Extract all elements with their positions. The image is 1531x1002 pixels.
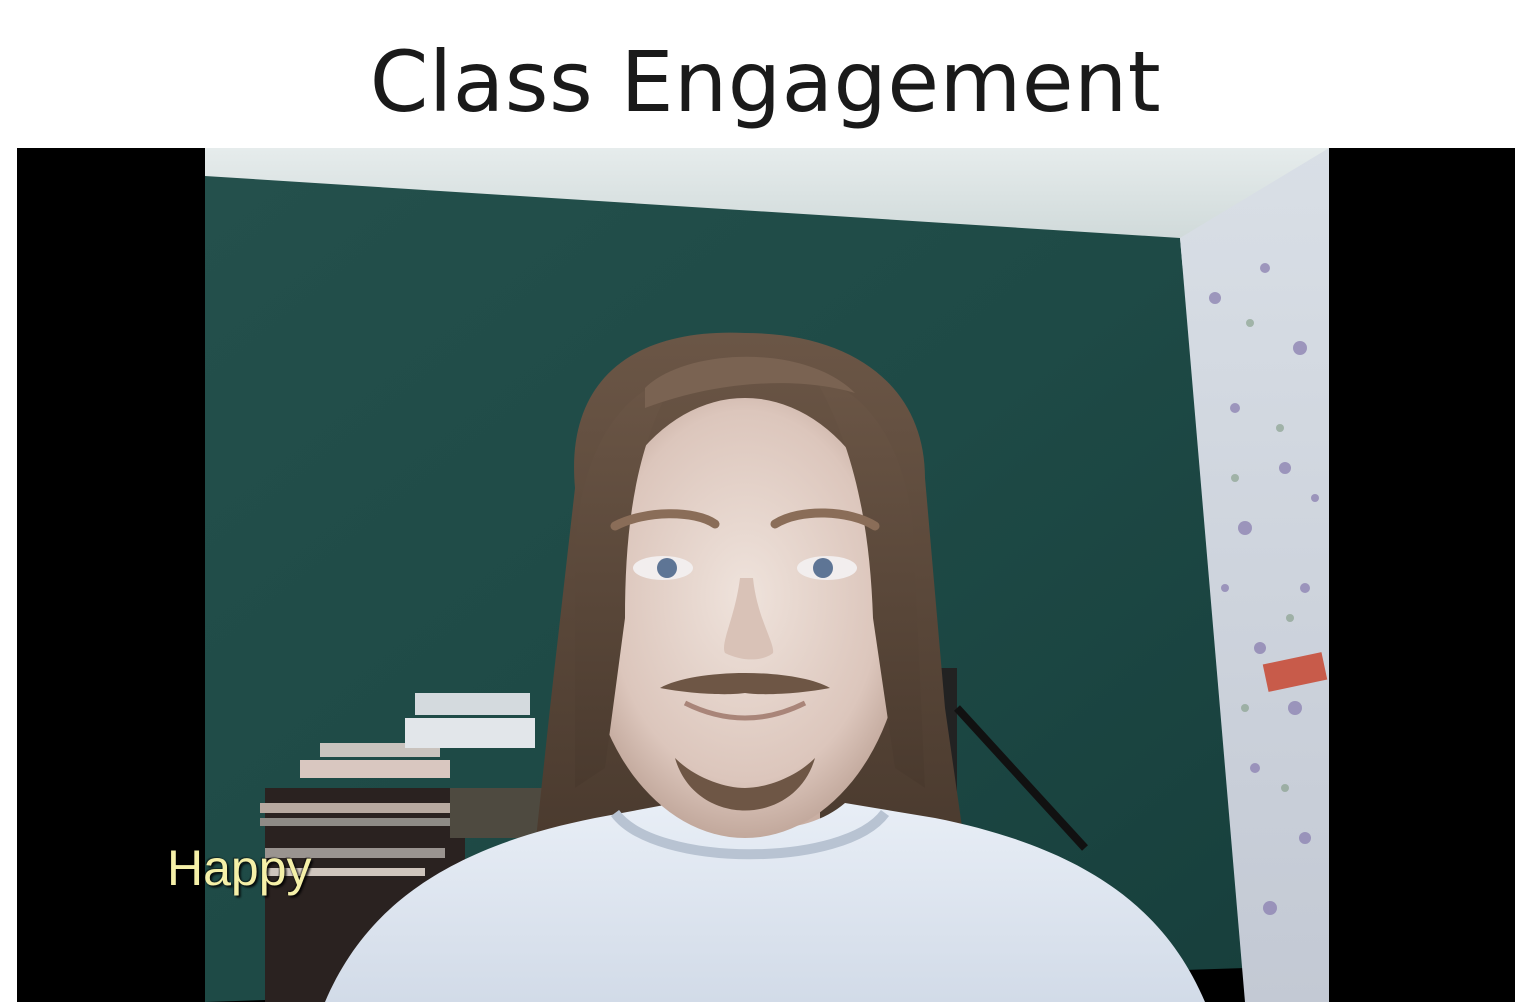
app-window: Class Engagement Happy [0,0,1531,1002]
webcam-video-frame: Happy [17,148,1515,1002]
emotion-label: Happy [167,840,312,896]
page-title: Class Engagement [369,33,1162,131]
webcam-feed-image [205,148,1329,1002]
